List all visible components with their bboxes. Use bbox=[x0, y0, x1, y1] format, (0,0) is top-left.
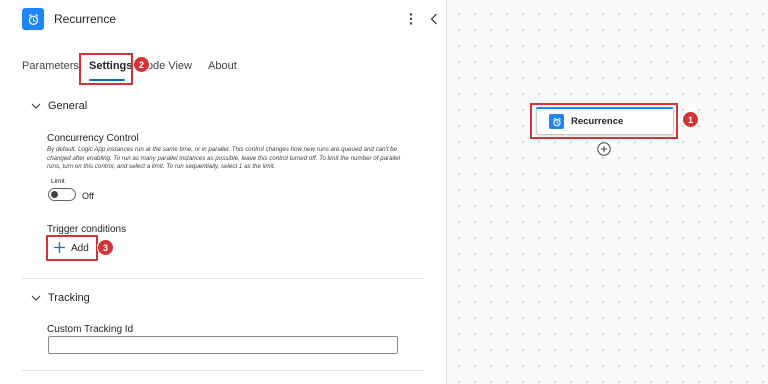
annotation-badge-2: 2 bbox=[134, 57, 149, 72]
chevron-down-icon[interactable] bbox=[31, 101, 41, 111]
section-title-general: General bbox=[48, 100, 88, 112]
toggle-knob bbox=[51, 191, 58, 198]
concurrency-description: By default, Logic App instances run at t… bbox=[47, 146, 401, 170]
concurrency-toggle[interactable] bbox=[48, 188, 76, 201]
annotation-badge-1: 1 bbox=[683, 112, 698, 127]
trigger-conditions-label: Trigger conditions bbox=[47, 224, 127, 235]
chevron-down-icon[interactable] bbox=[31, 293, 41, 303]
section-divider bbox=[22, 370, 424, 371]
limit-label: Limit bbox=[51, 178, 65, 185]
plus-circle-icon[interactable] bbox=[597, 142, 611, 156]
custom-tracking-id-label: Custom Tracking Id bbox=[47, 324, 134, 335]
toggle-state-text: Off bbox=[82, 191, 94, 201]
section-divider bbox=[22, 278, 424, 279]
annotation-box-add bbox=[46, 235, 98, 261]
chevron-left-icon[interactable] bbox=[427, 10, 441, 28]
annotation-badge-3: 3 bbox=[98, 240, 113, 255]
concurrency-control-label: Concurrency Control bbox=[47, 133, 139, 144]
more-vertical-icon[interactable] bbox=[405, 9, 417, 29]
tab-parameters[interactable]: Parameters bbox=[22, 60, 79, 72]
alarm-clock-icon bbox=[22, 8, 44, 30]
panel-title: Recurrence bbox=[54, 12, 117, 26]
annotation-box-settings bbox=[79, 53, 133, 85]
tab-about[interactable]: About bbox=[208, 60, 237, 72]
details-panel: Recurrence Parameters Settings Code View… bbox=[0, 0, 447, 384]
custom-tracking-id-input[interactable] bbox=[48, 336, 398, 354]
annotation-box-node bbox=[530, 103, 678, 139]
designer-canvas[interactable] bbox=[447, 0, 768, 384]
section-title-tracking: Tracking bbox=[48, 292, 90, 304]
